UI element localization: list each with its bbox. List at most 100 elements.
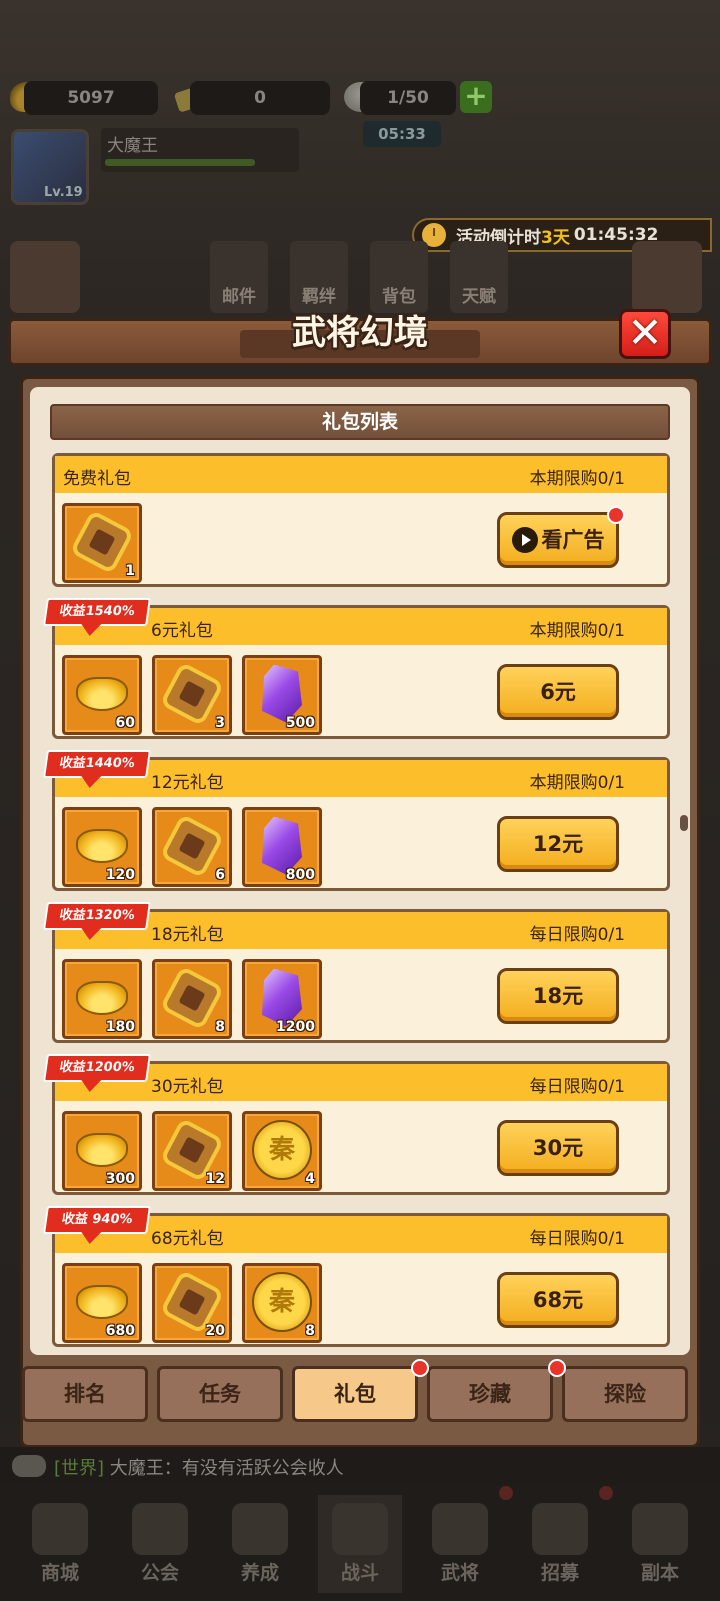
tab-explore[interactable]: 探险 — [562, 1366, 688, 1422]
chat-bar[interactable]: [世界] 大魔王：有没有活跃公会收人 — [0, 1447, 720, 1483]
nav-recruit[interactable]: 招募 — [518, 1495, 602, 1593]
gift-name: 68元礼包 — [151, 1229, 224, 1249]
profit-ribbon: 收益1540% — [43, 598, 151, 626]
add-energy-button[interactable]: + — [460, 81, 492, 113]
section-title: 礼包列表 — [50, 404, 670, 440]
item-count: 6 — [215, 867, 225, 883]
reward-item[interactable]: 3 — [152, 655, 232, 735]
crossed-swords-icon — [332, 1503, 388, 1555]
reward-item[interactable]: 120 — [62, 807, 142, 887]
profit-ribbon: 收益 940% — [43, 1206, 151, 1234]
mail-label: 邮件 — [222, 287, 256, 307]
nav-label: 招募 — [540, 1562, 579, 1584]
reward-item[interactable]: 500 — [242, 655, 322, 735]
buy-button[interactable]: 68元 — [497, 1272, 619, 1328]
item-count: 60 — [115, 715, 135, 731]
reward-item[interactable]: 1200 — [242, 959, 322, 1039]
reward-item[interactable]: 680 — [62, 1263, 142, 1343]
profit-ribbon: 收益1440% — [43, 750, 151, 778]
player-name: 大魔王 — [107, 136, 158, 156]
reward-item[interactable]: 秦 8 — [242, 1263, 322, 1343]
bag-button[interactable]: 背包 — [370, 241, 428, 313]
gift-limit: 每日限购0/1 — [529, 925, 625, 945]
tab-ranking[interactable]: 排名 — [22, 1366, 148, 1422]
tab-gift-packs[interactable]: 礼包 — [292, 1366, 418, 1422]
nav-label: 公会 — [140, 1562, 179, 1584]
gift-card-68: 收益 940% 68元礼包 每日限购0/1 680 20 秦 8 68元 — [43, 1206, 670, 1347]
profit-ribbon: 收益1200% — [43, 1054, 151, 1082]
close-button[interactable]: ✕ — [619, 309, 671, 359]
gold-ingot-icon — [76, 1284, 128, 1319]
item-count: 4 — [305, 1171, 315, 1187]
reward-item[interactable]: 60 — [62, 655, 142, 735]
chat-bubble-icon — [12, 1455, 46, 1477]
gift-list-panel[interactable]: 礼包列表 免费礼包 本期限购0/1 1 看广告 收益1540% 6元礼包 本期限… — [30, 387, 690, 1355]
nav-label: 武将 — [440, 1562, 479, 1584]
guild-icon — [132, 1503, 188, 1555]
reward-item[interactable]: 180 — [62, 959, 142, 1039]
ticket-counter: 0 — [190, 81, 330, 115]
notification-dot — [499, 1486, 513, 1500]
talent-button[interactable]: 天赋 — [450, 241, 508, 313]
gift-card-free: 免费礼包 本期限购0/1 1 看广告 — [52, 453, 670, 587]
buy-button[interactable]: 30元 — [497, 1120, 619, 1176]
nav-dungeon[interactable]: 副本 — [618, 1495, 702, 1593]
chat-message: [世界] 大魔王：有没有活跃公会收人 — [54, 1454, 344, 1480]
player-info: 大魔王 — [101, 128, 299, 172]
recruit-icon — [532, 1503, 588, 1555]
notification-dot — [411, 1359, 429, 1377]
watch-ad-button[interactable]: 看广告 — [497, 512, 619, 568]
dungeon-icon — [632, 1503, 688, 1555]
reward-item[interactable]: 300 — [62, 1111, 142, 1191]
item-count: 1 — [125, 563, 135, 579]
buy-button[interactable]: 12元 — [497, 816, 619, 872]
reward-item[interactable]: 800 — [242, 807, 322, 887]
gift-name: 12元礼包 — [151, 773, 224, 793]
reward-item[interactable]: 20 — [152, 1263, 232, 1343]
reward-item[interactable]: 12 — [152, 1111, 232, 1191]
reward-item[interactable]: 8 — [152, 959, 232, 1039]
buy-button[interactable]: 6元 — [497, 664, 619, 720]
bag-label: 背包 — [382, 287, 416, 307]
item-count: 800 — [285, 867, 315, 883]
reward-item[interactable]: 秦 4 — [242, 1111, 322, 1191]
helmet-icon — [432, 1503, 488, 1555]
player-exp-bar — [105, 159, 255, 166]
nav-guild[interactable]: 公会 — [118, 1495, 202, 1593]
gift-name: 30元礼包 — [151, 1077, 224, 1097]
item-count: 120 — [105, 867, 135, 883]
gift-limit: 每日限购0/1 — [529, 1077, 625, 1097]
notification-dot — [607, 506, 625, 524]
profit-ribbon: 收益1320% — [43, 902, 151, 930]
gift-limit: 本期限购0/1 — [529, 469, 625, 489]
buy-button[interactable]: 18元 — [497, 968, 619, 1024]
gold-value: 5097 — [67, 88, 115, 108]
tab-collection[interactable]: 珍藏 — [427, 1366, 553, 1422]
nav-battle[interactable]: 战斗 — [318, 1495, 402, 1593]
nav-generals[interactable]: 武将 — [418, 1495, 502, 1593]
item-count: 180 — [105, 1019, 135, 1035]
gift-card-12: 收益1440% 12元礼包 本期限购0/1 120 6 800 12元 — [43, 750, 670, 891]
gift-name: 免费礼包 — [63, 469, 131, 489]
gold-ingot-icon — [76, 676, 128, 711]
notification-dot — [599, 1486, 613, 1500]
talent-label: 天赋 — [462, 287, 496, 307]
player-avatar[interactable]: Lv.19 — [11, 129, 89, 205]
reward-item[interactable]: 1 — [62, 503, 142, 583]
nav-shop[interactable]: 商城 — [18, 1495, 102, 1593]
bond-button[interactable]: 羁绊 — [290, 241, 348, 313]
scrollbar-thumb[interactable] — [680, 815, 688, 831]
mail-button[interactable]: 邮件 — [210, 241, 268, 313]
modal-title: 武将幻境 — [292, 313, 428, 353]
ticket-value: 0 — [254, 88, 266, 108]
daily-sign-button[interactable] — [10, 241, 80, 313]
tab-tasks[interactable]: 任务 — [157, 1366, 283, 1422]
chat-text: 大魔王：有没有活跃公会收人 — [109, 1458, 344, 1479]
side-event-button[interactable] — [632, 241, 702, 313]
nav-train[interactable]: 养成 — [218, 1495, 302, 1593]
item-count: 20 — [205, 1323, 225, 1339]
energy-counter: 1/50 — [360, 81, 456, 115]
gift-limit: 每日限购0/1 — [529, 1229, 625, 1249]
gift-name: 18元礼包 — [151, 925, 224, 945]
reward-item[interactable]: 6 — [152, 807, 232, 887]
